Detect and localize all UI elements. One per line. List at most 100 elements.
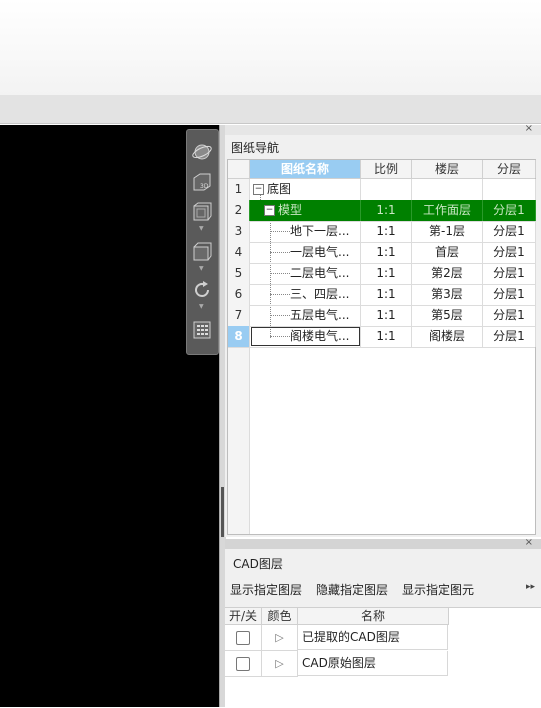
floor-cell[interactable]: 第2层 [412, 263, 483, 284]
scale-cell[interactable]: 1:1 [361, 200, 412, 221]
drawing-name: 三、四层... [290, 287, 350, 301]
rotate-icon[interactable]: ▼ [190, 278, 214, 310]
scale-cell[interactable]: 1:1 [361, 221, 412, 242]
floor-cell[interactable] [412, 179, 483, 200]
3d-view-icon[interactable]: 3D [190, 170, 214, 194]
corner-cell [228, 160, 250, 178]
cube-view-icon[interactable]: ▼ [190, 200, 214, 232]
column-header-scale[interactable]: 比例 [361, 160, 412, 178]
more-actions-icon[interactable]: ▸▸ [526, 582, 535, 592]
panel-title: CAD图层 [233, 557, 283, 571]
column-header-name[interactable]: 名称 [298, 608, 449, 625]
layer-cell[interactable]: 分层1 [483, 284, 536, 305]
table-row[interactable]: 8 阁楼电气... 1:1 阁楼层 分层1 [228, 326, 536, 348]
close-icon[interactable]: × [525, 537, 533, 548]
show-layer-button[interactable]: 显示指定图层 [230, 581, 302, 598]
column-header-name[interactable]: 图纸名称 [250, 160, 361, 178]
dropdown-arrow-icon[interactable]: ▼ [199, 303, 204, 310]
drawing-name-cell[interactable]: 一层电气... [250, 242, 361, 263]
table-row[interactable]: 3 地下一层... 1:1 第-1层 分层1 [228, 221, 536, 243]
floor-cell[interactable]: 首层 [412, 242, 483, 263]
drawing-name: 底图 [267, 182, 292, 196]
hide-layer-button[interactable]: 隐藏指定图层 [316, 581, 388, 598]
panel-titlebar [225, 539, 541, 549]
scale-cell[interactable]: 1:1 [361, 263, 412, 284]
drawing-name-cell[interactable]: − 底图 [250, 179, 361, 200]
ribbon-strip [0, 95, 541, 124]
row-number: 4 [228, 242, 250, 263]
column-header-floor[interactable]: 楼层 [412, 160, 483, 178]
drawing-name: 阁楼电气... [290, 329, 350, 343]
expand-triangle-icon[interactable]: ▷ [275, 657, 283, 670]
panel-titlebar [225, 125, 541, 135]
cad-layers-panel: × CAD图层 显示指定图层 隐藏指定图层 显示指定图元 ▸▸ 开/关 颜色 名… [225, 537, 541, 708]
panel-title: 图纸导航 [231, 141, 280, 155]
row-number: 5 [228, 263, 250, 284]
layer-cell[interactable]: 分层1 [483, 242, 536, 263]
layer-cell[interactable]: 分层1 [483, 263, 536, 284]
layer-color-cell[interactable]: ▷ [262, 651, 298, 677]
3d-label: 3D [200, 183, 209, 190]
row-number: 8 [228, 326, 250, 347]
ribbon-area [0, 0, 541, 96]
expand-triangle-icon[interactable]: ▷ [275, 631, 283, 644]
layer-color-cell[interactable]: ▷ [262, 625, 298, 651]
layer-name-cell[interactable]: CAD原始图层 [298, 651, 448, 676]
box-view-icon[interactable]: ▼ [190, 240, 214, 272]
drawing-name-cell[interactable]: 三、四层... [250, 284, 361, 305]
calculator-icon[interactable] [190, 318, 214, 342]
floor-cell[interactable]: 第5层 [412, 305, 483, 326]
table-row[interactable]: 2 − 模型 1:1 工作面层 分层1 [228, 200, 536, 222]
table-row[interactable]: 1 − 底图 [228, 179, 536, 201]
floor-cell[interactable]: 工作面层 [412, 200, 483, 221]
floor-cell[interactable]: 第-1层 [412, 221, 483, 242]
drawing-name-cell[interactable]: 地下一层... [250, 221, 361, 242]
layer-cell[interactable] [483, 179, 536, 200]
view-toolbar: 3D ▼ ▼ ▼ [186, 129, 219, 355]
layer-cell[interactable]: 分层1 [483, 200, 536, 221]
scale-cell[interactable] [361, 179, 412, 200]
table-row[interactable]: 7 五层电气... 1:1 第5层 分层1 [228, 305, 536, 327]
drawing-name-cell[interactable]: 二层电气... [250, 263, 361, 284]
table-row[interactable]: 5 二层电气... 1:1 第2层 分层1 [228, 263, 536, 285]
column-header-onoff[interactable]: 开/关 [225, 608, 262, 625]
layer-cell[interactable]: 分层1 [483, 221, 536, 242]
row-number: 1 [228, 179, 250, 200]
table-row[interactable]: 4 一层电气... 1:1 首层 分层1 [228, 242, 536, 264]
dropdown-arrow-icon[interactable]: ▼ [199, 225, 204, 232]
column-header-color[interactable]: 颜色 [262, 608, 298, 625]
drawing-name-cell[interactable]: 阁楼电气... [250, 326, 361, 347]
collapse-icon[interactable]: − [264, 205, 275, 216]
scale-cell[interactable]: 1:1 [361, 284, 412, 305]
close-icon[interactable]: × [525, 123, 533, 134]
drawing-name-cell[interactable]: − 模型 [250, 200, 361, 221]
drawing-name: 五层电气... [290, 308, 350, 322]
cad-action-bar: 显示指定图层 隐藏指定图层 显示指定图元 ▸▸ [225, 577, 541, 601]
dropdown-arrow-icon[interactable]: ▼ [199, 265, 204, 272]
layer-checkbox[interactable] [236, 630, 250, 645]
floor-cell[interactable]: 第3层 [412, 284, 483, 305]
scale-cell[interactable]: 1:1 [361, 326, 412, 347]
row-number: 7 [228, 305, 250, 326]
table-row[interactable]: 6 三、四层... 1:1 第3层 分层1 [228, 284, 536, 306]
column-header-layer[interactable]: 分层 [483, 160, 536, 178]
collapse-icon[interactable]: − [253, 184, 264, 195]
splitter-grip[interactable] [221, 487, 224, 537]
layer-name-cell[interactable]: 已提取的CAD图层 [298, 625, 448, 650]
show-element-button[interactable]: 显示指定图元 [402, 581, 474, 598]
layer-checkbox[interactable] [236, 656, 250, 671]
layer-toggle-cell [225, 625, 262, 651]
scale-cell[interactable]: 1:1 [361, 305, 412, 326]
row-number: 2 [228, 200, 250, 221]
drawing-name: 模型 [278, 203, 303, 217]
layer-toggle-cell [225, 651, 262, 677]
row-number: 3 [228, 221, 250, 242]
drawing-name: 地下一层... [290, 224, 350, 238]
floor-cell[interactable]: 阁楼层 [412, 326, 483, 347]
row-number: 6 [228, 284, 250, 305]
drawing-name-cell[interactable]: 五层电气... [250, 305, 361, 326]
scale-cell[interactable]: 1:1 [361, 242, 412, 263]
orbit-icon[interactable] [190, 140, 214, 164]
layer-cell[interactable]: 分层1 [483, 326, 536, 347]
layer-cell[interactable]: 分层1 [483, 305, 536, 326]
